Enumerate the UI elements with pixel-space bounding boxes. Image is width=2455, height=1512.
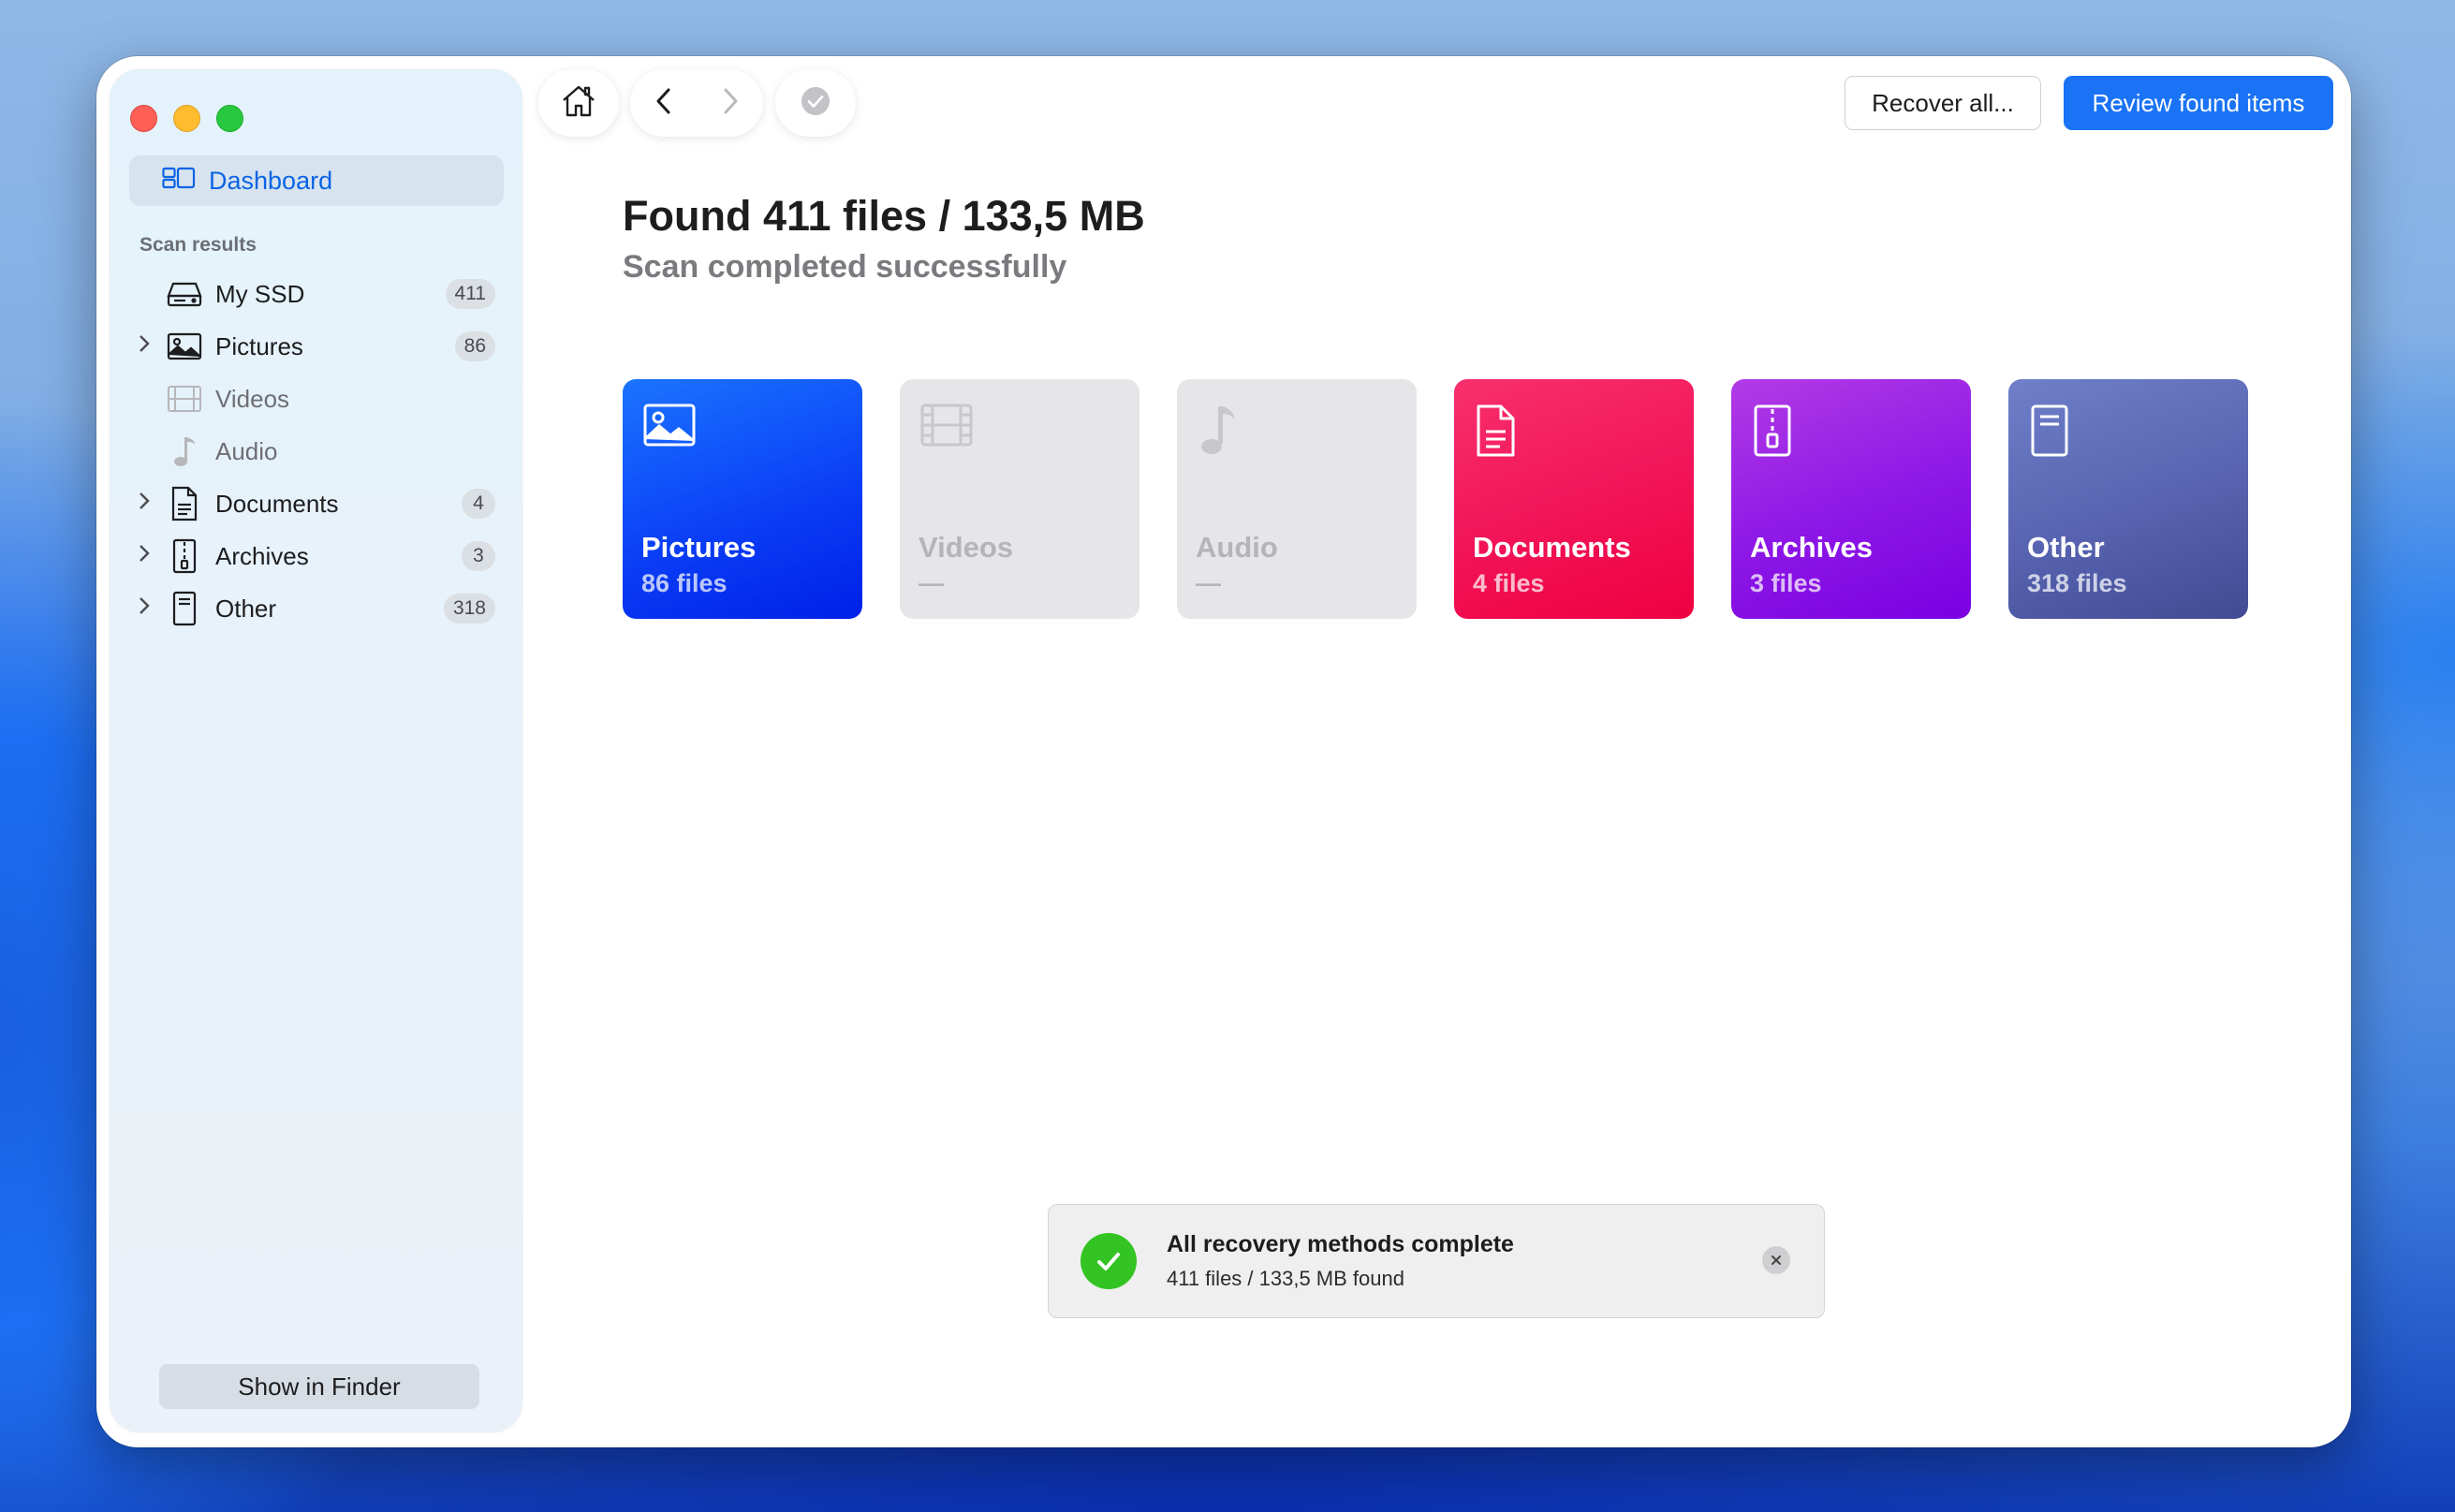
sidebar-item-label: Other: [215, 594, 277, 623]
sidebar-item-label: Videos: [215, 384, 290, 413]
chevron-right-icon[interactable]: [138, 491, 156, 517]
chevron-right-icon: [722, 87, 739, 120]
forward-button[interactable]: [697, 69, 763, 137]
completion-toast: All recovery methods complete 411 files …: [1048, 1204, 1825, 1318]
show-in-finder-button[interactable]: Show in Finder: [159, 1364, 479, 1409]
recover-all-button[interactable]: Recover all...: [1845, 76, 2041, 130]
sidebar-item-archives[interactable]: Archives 3: [110, 530, 522, 582]
back-forward-group: [630, 69, 763, 137]
toast-title: All recovery methods complete: [1167, 1231, 1514, 1257]
review-found-items-button[interactable]: Review found items: [2064, 76, 2333, 130]
sidebar-item-dashboard[interactable]: Dashboard: [129, 155, 504, 206]
card-title: Pictures: [641, 531, 757, 564]
count-badge: 3: [462, 541, 495, 571]
generic-file-icon: [166, 590, 203, 627]
card-count: —: [1196, 569, 1221, 597]
scan-results-list: My SSD 411 Pictures 86 Videos Audio Docu…: [110, 268, 522, 635]
category-card-documents[interactable]: Documents 4 files: [1454, 379, 1694, 619]
card-count: 4 files: [1473, 569, 1545, 597]
sidebar-item-label: Documents: [215, 489, 339, 518]
toast-detail: 411 files / 133,5 MB found: [1167, 1267, 1404, 1290]
card-title: Videos: [919, 531, 1014, 564]
music-note-icon: [166, 433, 203, 470]
card-title: Audio: [1196, 531, 1278, 564]
sidebar-item-audio[interactable]: Audio: [110, 425, 522, 477]
document-icon: [1475, 404, 1518, 462]
chevron-left-icon: [655, 87, 672, 120]
dashboard-icon: [162, 166, 196, 197]
document-icon: [166, 485, 203, 522]
category-card-archives[interactable]: Archives 3 files: [1731, 379, 1971, 619]
success-check-icon: [1080, 1233, 1137, 1289]
sidebar-item-my-ssd[interactable]: My SSD 411: [110, 268, 522, 320]
generic-file-icon: [2029, 404, 2070, 462]
count-badge: 318: [443, 594, 495, 624]
category-card-other[interactable]: Other 318 files: [2008, 379, 2248, 619]
window-controls: [130, 105, 243, 132]
sidebar-item-label: My SSD: [215, 279, 305, 308]
house-icon: [561, 84, 596, 123]
music-note-icon: [1198, 404, 1239, 462]
app-window: Dashboard Scan results My SSD 411 Pictur…: [96, 56, 2351, 1447]
card-title: Archives: [1750, 531, 1873, 564]
scan-results-heading: Scan results: [140, 234, 257, 256]
home-button[interactable]: [538, 69, 619, 137]
card-count: 86 files: [641, 569, 728, 597]
photo-icon: [166, 328, 203, 365]
back-button[interactable]: [630, 69, 697, 137]
card-title: Other: [2027, 531, 2105, 564]
chevron-right-icon[interactable]: [138, 595, 156, 622]
chevron-right-icon[interactable]: [138, 543, 156, 569]
chevron-right-icon[interactable]: [138, 333, 156, 360]
sidebar-item-pictures[interactable]: Pictures 86: [110, 320, 522, 373]
sidebar-item-other[interactable]: Other 318: [110, 582, 522, 635]
category-card-audio[interactable]: Audio —: [1177, 379, 1417, 619]
film-icon: [920, 404, 973, 451]
sidebar-item-label: Audio: [215, 436, 278, 465]
count-badge: 4: [462, 489, 495, 519]
card-count: 3 files: [1750, 569, 1822, 597]
category-card-videos[interactable]: Videos —: [900, 379, 1139, 619]
minimize-window-button[interactable]: [173, 105, 200, 132]
zoom-window-button[interactable]: [216, 105, 243, 132]
category-card-pictures[interactable]: Pictures 86 files: [623, 379, 862, 619]
sidebar-item-label: Pictures: [215, 331, 303, 360]
card-count: 318 files: [2027, 569, 2127, 597]
card-count: —: [919, 569, 944, 597]
archive-zip-icon: [166, 537, 203, 575]
film-icon: [166, 380, 203, 418]
photo-icon: [643, 404, 696, 451]
status-check-button[interactable]: [775, 69, 856, 137]
archive-zip-icon: [1752, 404, 1793, 462]
sidebar-item-label: Archives: [215, 541, 309, 570]
close-icon[interactable]: [1762, 1246, 1790, 1274]
close-window-button[interactable]: [130, 105, 157, 132]
page-title: Found 411 files / 133,5 MB: [623, 192, 1145, 240]
sidebar-item-videos[interactable]: Videos: [110, 373, 522, 425]
sidebar-item-documents[interactable]: Documents 4: [110, 477, 522, 530]
card-title: Documents: [1473, 531, 1631, 564]
checkmark-circle-icon: [801, 86, 831, 121]
sidebar: Dashboard Scan results My SSD 411 Pictur…: [110, 69, 522, 1432]
count-badge: 86: [454, 331, 495, 361]
dashboard-label: Dashboard: [209, 166, 333, 195]
page-subtitle: Scan completed successfully: [623, 249, 1067, 285]
count-badge: 411: [445, 279, 495, 309]
drive-icon: [166, 275, 203, 313]
